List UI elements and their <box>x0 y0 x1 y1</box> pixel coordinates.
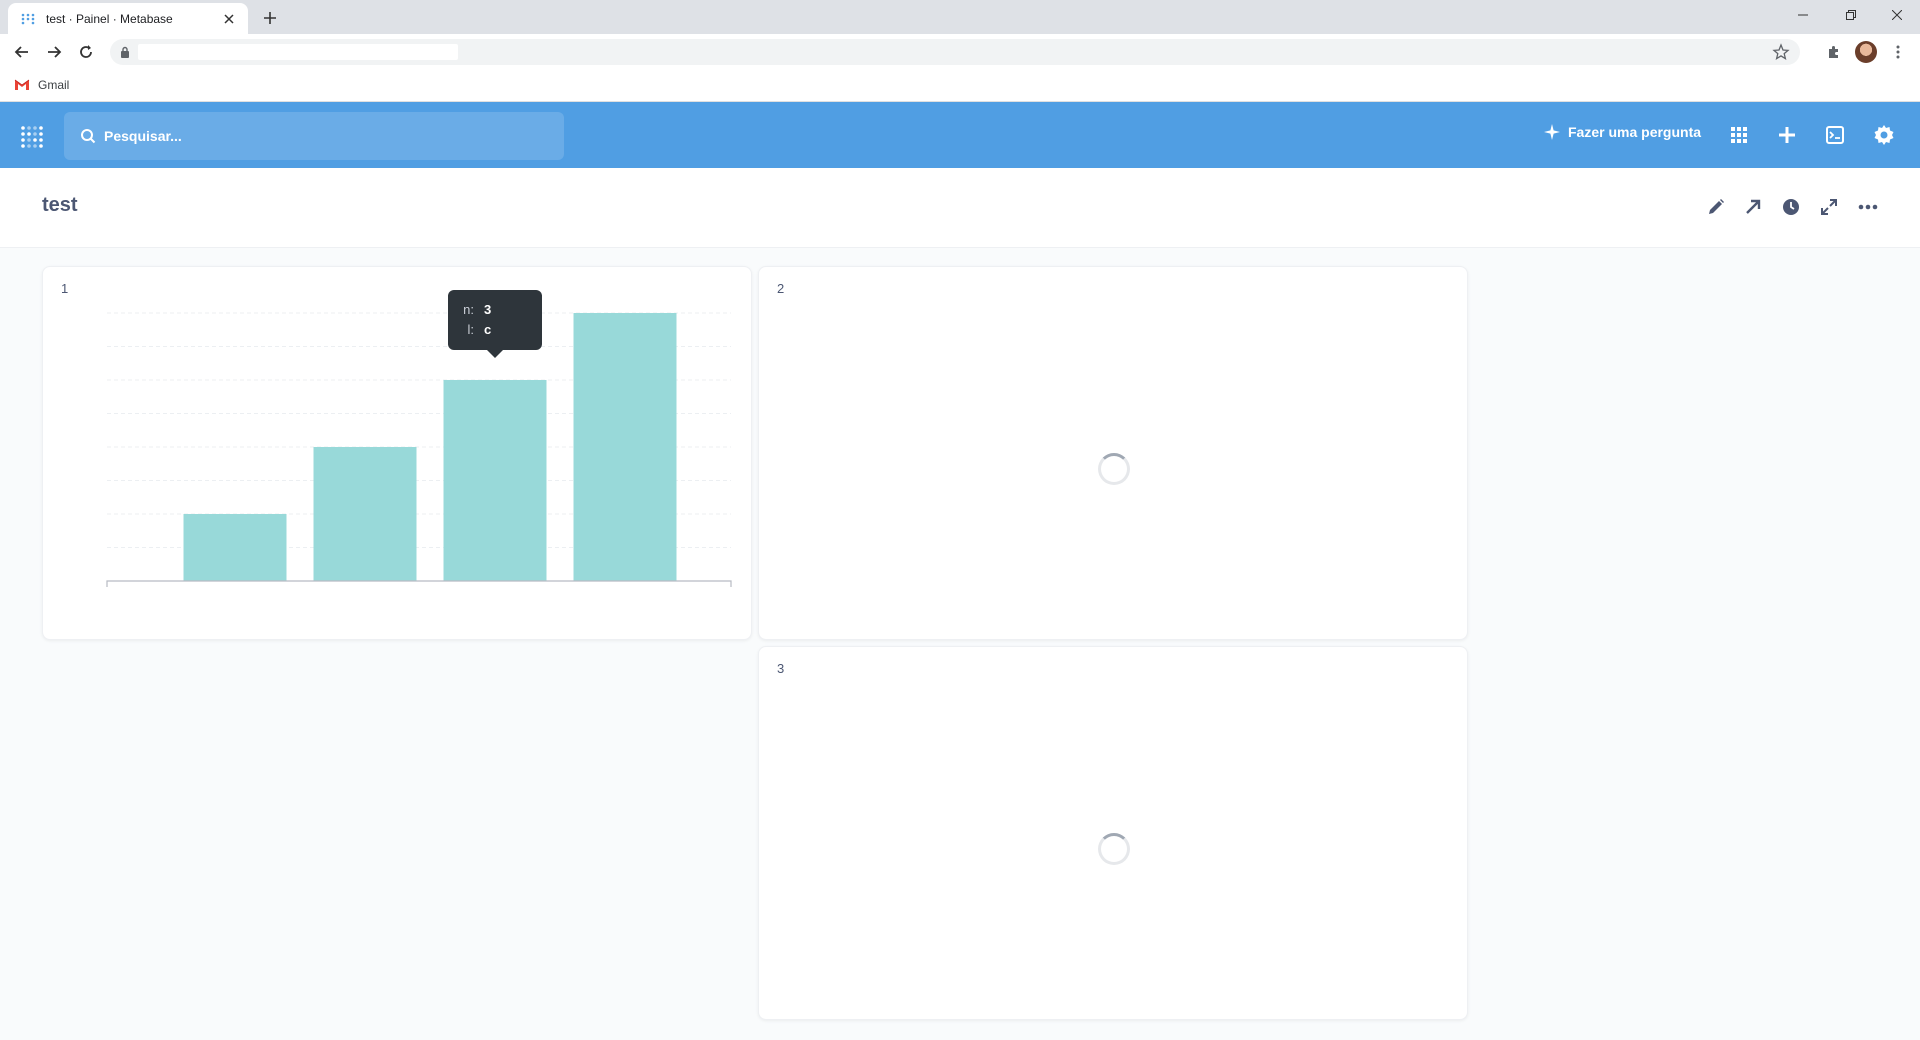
browser-tab-strip: test · Painel · Metabase <box>0 0 1920 34</box>
dashcard-3[interactable]: 3 <box>758 646 1468 1020</box>
chart-bar[interactable] <box>443 380 547 581</box>
back-arrow-icon[interactable] <box>10 40 34 64</box>
address-bar[interactable] <box>110 39 1800 65</box>
search-bar[interactable] <box>64 112 564 160</box>
reload-icon[interactable] <box>74 40 98 64</box>
restore-icon[interactable] <box>1828 0 1874 30</box>
address-text <box>138 44 458 60</box>
tooltip-row: n: 3 <box>462 300 528 320</box>
edit-pencil-icon[interactable] <box>1704 195 1728 219</box>
tab-close-icon[interactable] <box>220 10 238 28</box>
chart-tooltip: n: 3 l: c <box>448 290 542 358</box>
extensions-puzzle-icon[interactable] <box>1822 40 1846 64</box>
search-input[interactable] <box>104 128 524 144</box>
share-arrow-icon[interactable] <box>1741 195 1765 219</box>
settings-gear-icon[interactable] <box>1872 123 1896 147</box>
tooltip-key: l: <box>467 322 475 337</box>
loading-spinner-icon <box>1098 833 1130 865</box>
tooltip-key: n: <box>463 302 474 317</box>
metabase-favicon-icon <box>20 11 36 27</box>
browser-toolbar <box>0 34 1920 70</box>
browse-data-grid-icon[interactable] <box>1727 123 1751 147</box>
dashboard-title[interactable]: test <box>42 194 78 217</box>
bookmark-gmail[interactable]: Gmail <box>14 78 69 92</box>
dashcard-2[interactable]: 2 <box>758 266 1468 640</box>
bar-chart <box>106 312 732 587</box>
add-plus-icon[interactable] <box>1775 123 1799 147</box>
more-options-icon[interactable] <box>1856 195 1880 219</box>
lock-icon <box>120 45 130 63</box>
dashcard-1[interactable]: 1 n: 3 l: c <box>42 266 752 640</box>
profile-avatar[interactable] <box>1855 41 1877 63</box>
tooltip-value: c <box>484 322 492 337</box>
new-tab-button[interactable] <box>258 6 282 30</box>
dashboard-header: test <box>0 168 1920 248</box>
loading-spinner-icon <box>1098 453 1130 485</box>
search-icon <box>81 129 96 144</box>
sparkle-icon <box>1544 124 1560 140</box>
history-clock-icon[interactable] <box>1779 195 1803 219</box>
browser-menu-icon[interactable] <box>1886 40 1910 64</box>
ask-question-button[interactable]: Fazer uma pergunta <box>1544 124 1701 140</box>
card-title[interactable]: 2 <box>777 281 784 296</box>
chart-bar[interactable] <box>183 514 287 581</box>
bookmarks-bar: Gmail <box>0 70 1920 102</box>
card-title[interactable]: 3 <box>777 661 784 676</box>
tooltip-value: 3 <box>484 302 492 317</box>
metabase-navbar: Fazer uma pergunta <box>0 102 1920 168</box>
sql-editor-icon[interactable] <box>1823 123 1847 147</box>
fullscreen-expand-icon[interactable] <box>1817 195 1841 219</box>
minimize-icon[interactable] <box>1780 0 1826 30</box>
bookmark-label: Gmail <box>38 78 70 92</box>
chart-bar[interactable] <box>573 313 677 581</box>
tooltip-row: l: c <box>462 320 528 340</box>
ask-question-label: Fazer uma pergunta <box>1568 124 1702 140</box>
window-close-icon[interactable] <box>1874 0 1920 30</box>
gmail-icon <box>14 79 30 90</box>
chart-x-axis <box>106 580 732 587</box>
forward-arrow-icon[interactable] <box>42 40 66 64</box>
chart-bar[interactable] <box>313 447 417 581</box>
metabase-logo-icon[interactable] <box>20 124 44 148</box>
bookmark-star-icon[interactable] <box>1772 43 1790 66</box>
browser-tab[interactable]: test · Painel · Metabase <box>8 3 248 34</box>
tab-title: test · Painel · Metabase <box>46 11 173 26</box>
